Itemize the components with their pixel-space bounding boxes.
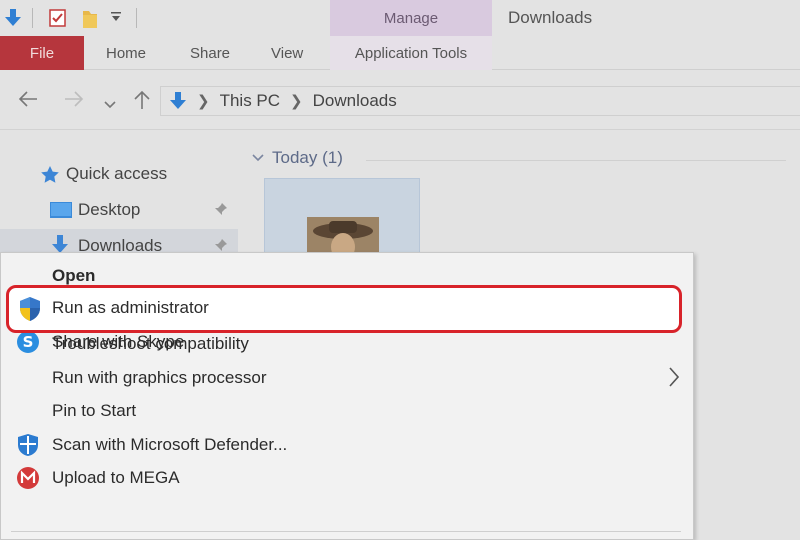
- properties-icon[interactable]: [48, 8, 68, 33]
- manage-label: Manage: [383, 9, 439, 27]
- tab-manage[interactable]: Manage: [330, 0, 492, 36]
- tab-file[interactable]: File: [0, 36, 84, 70]
- customize-toolbar-dropdown-icon[interactable]: [110, 10, 122, 29]
- skype-icon: S: [16, 330, 40, 354]
- sidebar-item-quick-access[interactable]: Quick access: [0, 157, 238, 191]
- defender-icon: [16, 433, 40, 457]
- toolbar-divider: [136, 8, 137, 28]
- menu-item-upload-to-mega[interactable]: Upload to MEGA: [1, 461, 693, 495]
- sidebar-item-label: Quick access: [66, 164, 168, 183]
- uac-shield-icon: [18, 296, 42, 327]
- sidebar-item-desktop[interactable]: Desktop: [0, 193, 238, 227]
- tab-home[interactable]: Home: [106, 36, 146, 70]
- menu-item-pin-to-start[interactable]: Pin to Start: [1, 394, 693, 428]
- quick-access-toolbar: [0, 0, 330, 36]
- back-arrow-icon[interactable]: [18, 90, 38, 112]
- new-folder-icon[interactable]: [82, 8, 98, 35]
- chevron-right-icon: [669, 367, 680, 392]
- sidebar-item-label: Desktop: [78, 200, 141, 219]
- star-icon: [40, 165, 60, 189]
- breadcrumb-this-pc[interactable]: This PC: [220, 91, 280, 111]
- pin-icon[interactable]: [214, 202, 228, 219]
- address-bar[interactable]: ❯ This PC ❯ Downloads: [160, 86, 800, 116]
- menu-item-run-as-administrator[interactable]: Run as administrator: [6, 285, 682, 333]
- chevron-down-icon[interactable]: [252, 153, 264, 163]
- mega-icon: [16, 466, 40, 490]
- menu-item-label: Run as administrator: [52, 298, 209, 317]
- forward-arrow-icon[interactable]: [64, 90, 84, 112]
- toolbar-divider: [32, 8, 33, 28]
- group-divider: [366, 160, 786, 161]
- menu-item-run-with-graphics-processor[interactable]: Run with graphics processor: [1, 361, 693, 395]
- tab-share[interactable]: Share: [190, 36, 230, 70]
- tab-view[interactable]: View: [271, 36, 303, 70]
- window-title: Downloads: [508, 8, 593, 27]
- menu-separator: [11, 531, 681, 532]
- group-label: Today (1): [272, 148, 343, 167]
- down-arrow-icon[interactable]: [4, 8, 22, 33]
- tab-application-tools[interactable]: Application Tools: [330, 36, 492, 70]
- navigation-bar: ❯ This PC ❯ Downloads: [0, 70, 800, 130]
- recent-locations-chevron-icon[interactable]: [104, 94, 116, 114]
- up-arrow-icon[interactable]: [134, 90, 150, 114]
- group-header[interactable]: Today (1): [252, 148, 343, 168]
- desktop-icon: [50, 202, 72, 223]
- chevron-right-icon[interactable]: ❯: [197, 92, 210, 110]
- breadcrumb-downloads[interactable]: Downloads: [313, 91, 397, 111]
- chevron-right-icon[interactable]: ❯: [290, 92, 303, 110]
- file-item[interactable]: [264, 178, 420, 263]
- ribbon-tabs: File Home Share View Application Tools: [0, 36, 800, 70]
- menu-item-scan-with-defender[interactable]: Scan with Microsoft Defender...: [1, 428, 693, 462]
- downloads-folder-icon: [169, 91, 187, 111]
- svg-text:S: S: [23, 333, 34, 351]
